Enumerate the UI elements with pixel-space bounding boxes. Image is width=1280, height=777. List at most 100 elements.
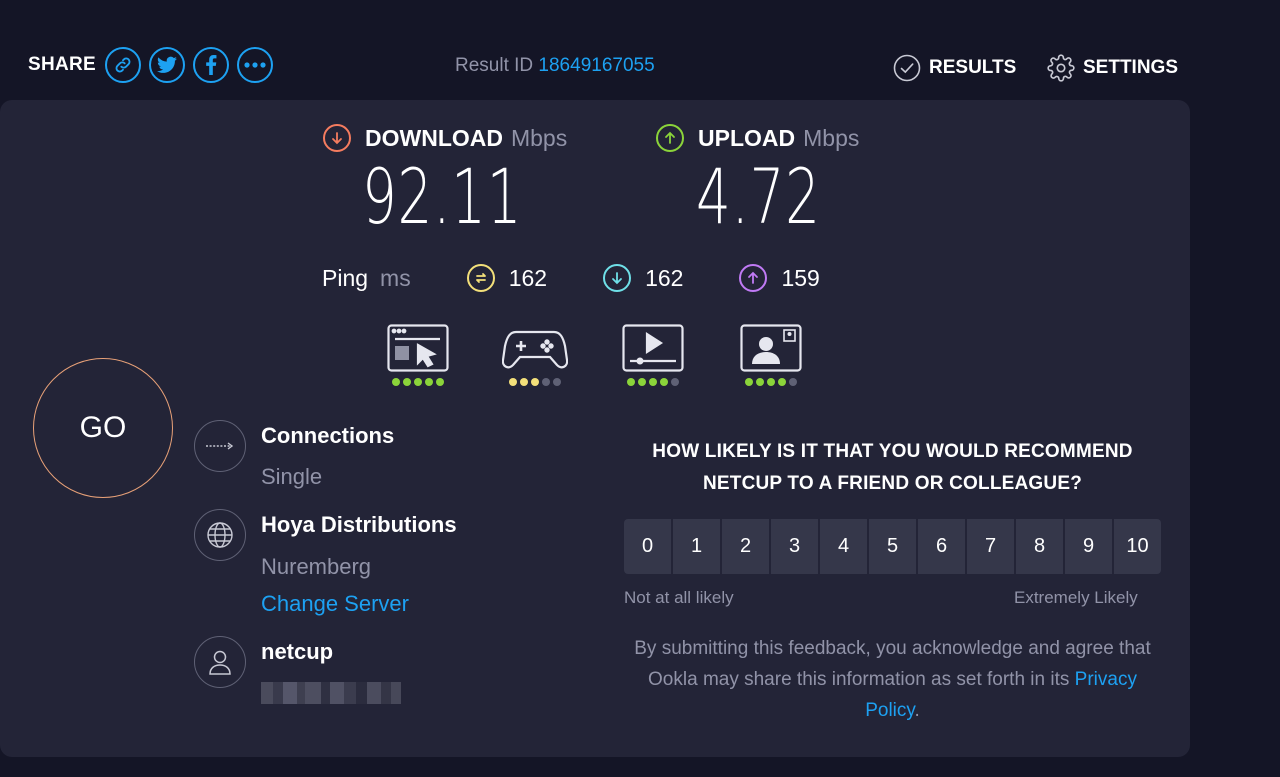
download-arrow-icon — [323, 124, 351, 152]
rating-dot — [392, 378, 400, 386]
video-call-icon — [740, 324, 802, 372]
rating-dot — [414, 378, 422, 386]
rating-dot — [553, 378, 561, 386]
gaming-icon — [502, 330, 568, 369]
usecase-browsing — [387, 324, 449, 386]
upload-value: 4.72 — [696, 152, 821, 241]
rating-option-1[interactable]: 1 — [673, 519, 720, 574]
settings-label: SETTINGS — [1083, 57, 1179, 78]
facebook-icon — [206, 55, 217, 75]
rating-dot — [660, 378, 668, 386]
isp-name: netcup — [261, 639, 334, 664]
usecase-streaming — [622, 324, 684, 386]
usecase-video-call — [740, 324, 802, 386]
rating-dot — [403, 378, 411, 386]
isp-ip-redacted — [261, 682, 401, 704]
connections-value: Single — [261, 464, 323, 489]
streaming-icon — [622, 324, 684, 372]
result-id: Result ID 18649167055 — [455, 55, 655, 77]
browsing-rating-dots — [391, 378, 446, 386]
upload-unit: Mbps — [803, 124, 860, 151]
scale-high-label: Extremely Likely — [1014, 588, 1138, 607]
go-label: GO — [79, 411, 127, 444]
rating-option-0[interactable]: 0 — [624, 519, 671, 574]
idle-latency-value: 162 — [508, 264, 548, 291]
connections-icon — [194, 420, 246, 472]
rating-dot — [531, 378, 539, 386]
copy-link-button[interactable] — [105, 47, 142, 83]
rating-dot — [627, 378, 635, 386]
disclaimer-text: By submitting this feedback, you acknowl… — [634, 638, 1151, 690]
rating-dot — [745, 378, 753, 386]
rating-dot — [542, 378, 550, 386]
rating-dot — [756, 378, 764, 386]
results-label: RESULTS — [929, 57, 1017, 78]
download-latency-icon — [603, 264, 632, 292]
upload-latency-icon — [739, 264, 768, 292]
connections-title: Connections — [261, 423, 395, 448]
rating-dot — [649, 378, 657, 386]
upload-latency-value: 159 — [781, 264, 820, 291]
browsing-icon — [387, 324, 449, 372]
rating-option-4[interactable]: 4 — [820, 519, 867, 574]
disclaimer-period: . — [914, 700, 920, 721]
rating-dot — [671, 378, 679, 386]
rating-scale: 0 1 2 3 4 5 6 7 8 9 10 — [624, 519, 1161, 574]
user-icon — [194, 636, 246, 688]
rating-option-2[interactable]: 2 — [722, 519, 769, 574]
idle-latency-icon — [466, 264, 495, 292]
rating-dot — [778, 378, 786, 386]
rating-option-9[interactable]: 9 — [1065, 519, 1112, 574]
ping-unit: ms — [380, 264, 411, 291]
settings-button[interactable]: SETTINGS — [1047, 54, 1178, 82]
ping-label: Ping — [322, 264, 369, 291]
share-more-button[interactable] — [237, 47, 274, 83]
ping-row: Ping ms 162 162 159 — [322, 264, 876, 292]
video-call-rating-dots — [744, 378, 799, 386]
rating-option-3[interactable]: 3 — [771, 519, 818, 574]
rating-dot — [509, 378, 517, 386]
idle-latency: 162 — [466, 264, 548, 292]
scale-low-label: Not at all likely — [624, 588, 734, 607]
result-id-label: Result ID — [455, 55, 534, 76]
rating-option-7[interactable]: 7 — [967, 519, 1014, 574]
globe-icon — [194, 509, 246, 561]
result-id-link[interactable]: 18649167055 — [538, 55, 654, 76]
rating-option-6[interactable]: 6 — [918, 519, 965, 574]
download-header: DOWNLOAD Mbps — [323, 124, 567, 152]
link-icon — [115, 57, 131, 73]
download-unit: Mbps — [510, 124, 568, 151]
upload-label: UPLOAD — [698, 124, 796, 151]
download-value: 92.11 — [362, 152, 523, 241]
rating-dot — [425, 378, 433, 386]
download-label: DOWNLOAD — [365, 124, 503, 151]
share-bar: SHARE — [28, 47, 281, 83]
rating-dot — [767, 378, 775, 386]
streaming-rating-dots — [626, 378, 681, 386]
rating-dot — [520, 378, 528, 386]
download-latency: 162 — [603, 264, 683, 292]
upload-header: UPLOAD Mbps — [656, 124, 859, 152]
rating-option-5[interactable]: 5 — [869, 519, 916, 574]
more-icon — [244, 62, 266, 68]
check-circle-icon — [893, 54, 921, 82]
rating-option-8[interactable]: 8 — [1016, 519, 1063, 574]
rating-dot — [789, 378, 797, 386]
survey-question: HOW LIKELY IS IT THAT YOU WOULD RECOMMEN… — [652, 441, 1133, 494]
go-button[interactable]: GO — [33, 358, 173, 498]
download-latency-value: 162 — [645, 264, 684, 291]
rating-dot — [436, 378, 444, 386]
upload-arrow-icon — [656, 124, 684, 152]
rating-option-10[interactable]: 10 — [1114, 519, 1161, 574]
server-location: Nuremberg — [261, 554, 372, 579]
change-server-link[interactable]: Change Server — [261, 591, 409, 617]
share-facebook-button[interactable] — [193, 47, 230, 83]
results-button[interactable]: RESULTS — [893, 54, 1016, 82]
twitter-icon — [157, 56, 178, 73]
server-name: Hoya Distributions — [261, 512, 457, 537]
share-label: SHARE — [28, 54, 97, 75]
survey-disclaimer: By submitting this feedback, you acknowl… — [620, 633, 1165, 726]
share-twitter-button[interactable] — [149, 47, 186, 83]
top-bar: SHARE Result ID 18649167055 RESULTS SETT… — [0, 0, 1280, 100]
rating-dot — [638, 378, 646, 386]
